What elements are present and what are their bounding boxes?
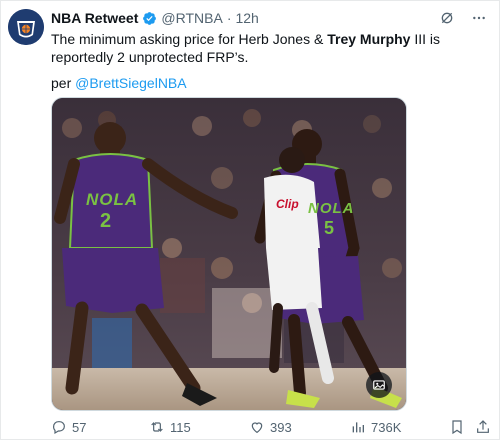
tweet-header: NBA Retweet @RTNBA · 12h [51, 10, 259, 26]
bookmark-icon [449, 419, 465, 435]
verified-badge-icon [142, 11, 157, 26]
heart-icon [249, 419, 265, 435]
image-edit-icon[interactable] [366, 372, 392, 398]
retweet-count: 115 [170, 419, 191, 435]
separator-dot: · [226, 10, 232, 26]
jersey-right-text: NOLA [308, 200, 355, 217]
reply-count: 57 [72, 419, 87, 435]
tweet-text-part1: The minimum asking price for Herb Jones … [51, 31, 328, 47]
basketball-players-photo: Clip [52, 98, 406, 410]
tweet-actions: 57 115 393 736K [51, 419, 491, 437]
retweet-icon [149, 419, 165, 435]
like-button[interactable]: 393 [249, 419, 292, 435]
views-count: 736K [371, 419, 402, 435]
jersey-left-text: NOLA [86, 190, 139, 209]
jersey-left-number: 2 [100, 210, 112, 232]
tweet-card[interactable]: NBA Retweet @RTNBA · 12h The minimum ask… [0, 0, 500, 440]
bookmark-button[interactable] [449, 419, 465, 435]
more-icon[interactable] [471, 10, 487, 26]
opponent-jersey-text: Clip [276, 197, 299, 211]
retweet-button[interactable]: 115 [149, 419, 191, 435]
share-button[interactable] [475, 419, 491, 435]
avatar[interactable] [8, 9, 44, 45]
reply-button[interactable]: 57 [51, 419, 86, 435]
tweet-text: The minimum asking price for Herb Jones … [51, 30, 491, 66]
header-actions [439, 10, 487, 26]
source-line: per @BrettSiegelNBA [51, 74, 187, 92]
per-prefix: per [51, 75, 76, 91]
tweet-text-bold: Trey Murphy [327, 31, 411, 47]
reply-icon [51, 419, 67, 435]
account-name[interactable]: NBA Retweet [51, 10, 138, 26]
share-icon [475, 419, 491, 435]
grok-icon[interactable] [439, 10, 455, 26]
tweet-time[interactable]: 12h [235, 10, 258, 26]
views-button[interactable]: 736K [350, 419, 401, 435]
tweet-photo[interactable]: Clip NOLA 2 NOLA 5 [51, 97, 407, 411]
jersey-right-number: 5 [324, 218, 335, 238]
like-count: 393 [270, 419, 292, 435]
mention-link[interactable]: @BrettSiegelNBA [75, 75, 186, 91]
views-icon [350, 419, 366, 435]
account-handle[interactable]: @RTNBA [161, 10, 222, 26]
